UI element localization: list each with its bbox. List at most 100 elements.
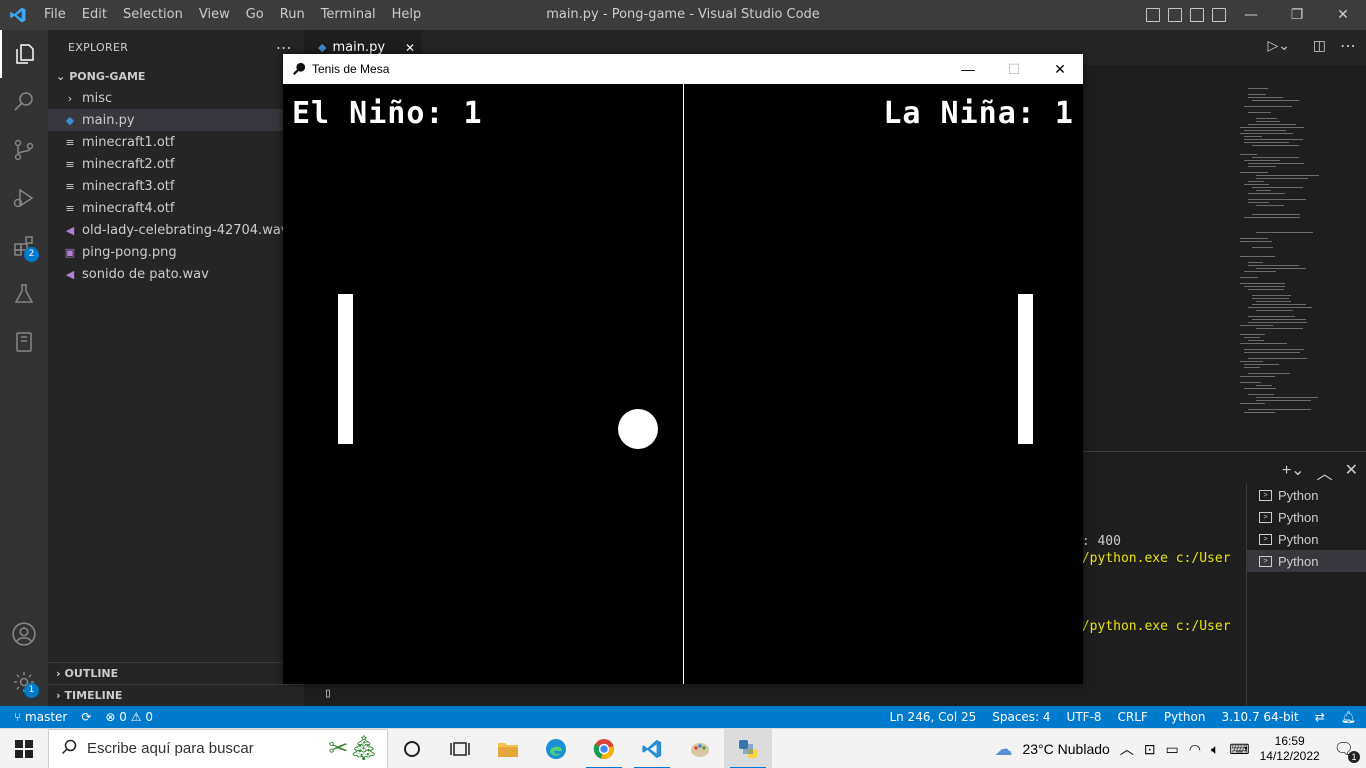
tree-item-sonido-pato[interactable]: ◀ sonido de pato.wav <box>48 263 304 285</box>
toggle-panel-icon[interactable] <box>1168 8 1182 22</box>
end-of-line[interactable]: CRLF <box>1118 710 1148 724</box>
tree-item-minecraft3[interactable]: ≡ minecraft3.otf <box>48 175 304 197</box>
game-minimize-button[interactable]: — <box>945 54 991 84</box>
cursor-position[interactable]: Ln 246, Col 25 <box>889 710 976 724</box>
language-mode[interactable]: Python <box>1164 710 1206 724</box>
encoding[interactable]: UTF-8 <box>1067 710 1102 724</box>
restore-button[interactable]: ❐ <box>1274 0 1320 30</box>
search-icon[interactable] <box>0 78 48 126</box>
minimap-line <box>1252 295 1291 296</box>
run-debug-icon[interactable] <box>0 174 48 222</box>
tree-item-minecraft2[interactable]: ≡ minecraft2.otf <box>48 153 304 175</box>
toggle-sidebar-icon[interactable] <box>1146 8 1160 22</box>
font-file-icon: ≡ <box>65 201 75 215</box>
menu-help[interactable]: Help <box>384 0 430 30</box>
taskbar-search-box[interactable]: Escribe aquí para buscar ✂🎄︎ <box>48 728 388 768</box>
minimap-line <box>1244 367 1260 368</box>
toggle-secondary-sidebar-icon[interactable] <box>1190 8 1204 22</box>
new-terminal-icon[interactable]: +⌄ <box>1282 460 1305 484</box>
windows-start-icon[interactable] <box>0 729 48 768</box>
git-branch-icon: ⑂ <box>14 710 22 724</box>
extensions-icon[interactable]: 2 <box>0 222 48 270</box>
minimap-line <box>1256 121 1280 122</box>
sync-icon[interactable]: ⟳ <box>81 710 91 724</box>
show-hidden-icons-chevron-icon[interactable]: ︿ <box>1120 739 1134 759</box>
tree-item-misc[interactable]: › misc <box>48 87 304 109</box>
terminal-instance[interactable]: > Python <box>1247 550 1366 572</box>
maximize-panel-icon[interactable]: ︿ <box>1317 460 1333 484</box>
python-interpreter[interactable]: 3.10.7 64-bit <box>1221 710 1298 724</box>
menu-go[interactable]: Go <box>238 0 272 30</box>
accounts-icon[interactable] <box>0 610 48 658</box>
minimap-line <box>1240 376 1275 377</box>
task-view-icon[interactable] <box>436 729 484 768</box>
minimap-line <box>1248 265 1299 266</box>
close-panel-icon[interactable]: ✕ <box>1345 460 1358 484</box>
tree-item-minecraft4[interactable]: ≡ minecraft4.otf <box>48 197 304 219</box>
tree-item-minecraft1[interactable]: ≡ minecraft1.otf <box>48 131 304 153</box>
menu-run[interactable]: Run <box>272 0 313 30</box>
terminal-instance[interactable]: > Python <box>1247 528 1366 550</box>
edge-browser-icon[interactable] <box>532 729 580 768</box>
outline-section[interactable]: › OUTLINE <box>48 662 304 684</box>
minimap-line <box>1248 181 1264 182</box>
terminal-cursor[interactable]: ▯ <box>324 686 332 701</box>
minimap-line <box>1244 106 1292 107</box>
indentation[interactable]: Spaces: 4 <box>992 710 1050 724</box>
testing-icon[interactable] <box>0 270 48 318</box>
center-net-line <box>683 84 684 684</box>
explorer-icon[interactable] <box>0 30 48 78</box>
notification-center-icon[interactable]: 🗨︎ 1 <box>1330 739 1366 763</box>
notifications-bell-icon[interactable]: 🔔︎ <box>1341 710 1356 724</box>
paint-app-icon[interactable] <box>676 729 724 768</box>
close-tab-icon[interactable]: ✕ <box>405 41 415 55</box>
project-folder-header[interactable]: ⌄ PONG-GAME <box>48 65 304 87</box>
tree-item-ping-pong-png[interactable]: ▣ ping-pong.png <box>48 241 304 263</box>
minimap[interactable] <box>1232 88 1352 428</box>
battery-icon[interactable]: ▭ <box>1166 741 1179 758</box>
chrome-browser-icon[interactable] <box>580 729 628 768</box>
minimap-line <box>1240 127 1304 128</box>
terminal-instance[interactable]: > Python <box>1247 484 1366 506</box>
menu-terminal[interactable]: Terminal <box>313 0 384 30</box>
more-actions-icon[interactable]: ⋯ <box>1340 36 1356 55</box>
minimap-line <box>1256 301 1291 302</box>
run-python-icon[interactable]: ▷⌄ <box>1268 38 1291 54</box>
weather-cloud-icon[interactable]: ☁ <box>994 739 1012 760</box>
terminal-output-line: 0/python.exe c:/User <box>1074 551 1231 566</box>
problems-indicator[interactable]: ⊗ 0 ⚠ 0 <box>105 710 153 724</box>
game-canvas[interactable]: El Niño: 1 La Niña: 1 <box>283 84 1083 684</box>
close-button[interactable]: ✕ <box>1320 0 1366 30</box>
terminal-instance[interactable]: > Python <box>1247 506 1366 528</box>
split-editor-icon[interactable]: ◫ <box>1313 38 1326 54</box>
menu-selection[interactable]: Selection <box>115 0 191 30</box>
manage-gear-icon[interactable]: 1 <box>0 658 48 706</box>
cortana-icon[interactable] <box>388 729 436 768</box>
tree-item-old-lady-wav[interactable]: ◀ old-lady-celebrating-42704.wav <box>48 219 304 241</box>
customize-layout-icon[interactable] <box>1212 8 1226 22</box>
branch-indicator[interactable]: ⑂ master <box>14 710 67 724</box>
minimize-button[interactable]: — <box>1228 0 1274 30</box>
chevron-right-icon: › <box>56 689 61 702</box>
minimap-line <box>1256 328 1303 329</box>
menu-edit[interactable]: Edit <box>74 0 115 30</box>
system-clock[interactable]: 16:59 14/12/2022 <box>1260 734 1320 764</box>
right-paddle <box>1018 294 1033 444</box>
menu-view[interactable]: View <box>191 0 238 30</box>
game-close-button[interactable]: ✕ <box>1037 54 1083 84</box>
source-control-icon[interactable] <box>0 126 48 174</box>
speaker-muted-icon[interactable]: 🔈︎ <box>1211 741 1219 758</box>
live-share-icon[interactable]: ⇄ <box>1315 710 1325 724</box>
weather-text[interactable]: 23°C Nublado <box>1022 741 1109 757</box>
file-explorer-icon[interactable] <box>484 729 532 768</box>
vscode-taskbar-icon[interactable] <box>628 729 676 768</box>
tree-item-main-py[interactable]: ◆ main.py <box>48 109 304 131</box>
menu-file[interactable]: File <box>36 0 74 30</box>
remote-explorer-icon[interactable] <box>0 318 48 366</box>
keyboard-icon[interactable]: ⌨ <box>1229 741 1249 758</box>
timeline-section[interactable]: › TIMELINE <box>48 684 304 706</box>
python-app-icon[interactable] <box>724 728 772 768</box>
onedrive-icon[interactable]: ⊡ <box>1144 741 1156 758</box>
game-maximize-button[interactable]: ☐ <box>991 54 1037 84</box>
wifi-icon[interactable]: ◠ <box>1189 741 1201 758</box>
